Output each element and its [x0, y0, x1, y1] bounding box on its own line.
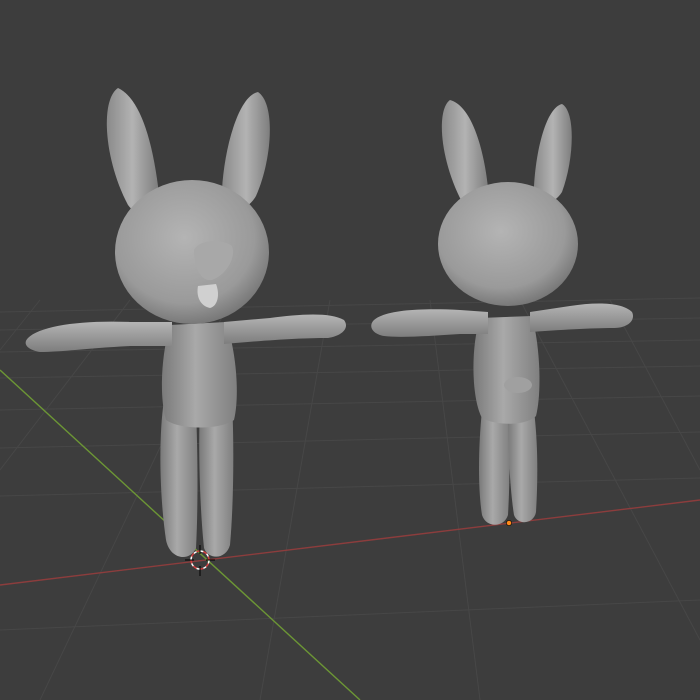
rabbit-back-view[interactable] [371, 100, 634, 525]
object-origin-icon [506, 520, 512, 526]
viewport-canvas[interactable] [0, 0, 700, 700]
rabbit-front-view[interactable] [25, 88, 347, 558]
x-axis-line [0, 499, 700, 586]
floor-grid [0, 297, 700, 700]
3d-viewport[interactable] [0, 0, 700, 700]
